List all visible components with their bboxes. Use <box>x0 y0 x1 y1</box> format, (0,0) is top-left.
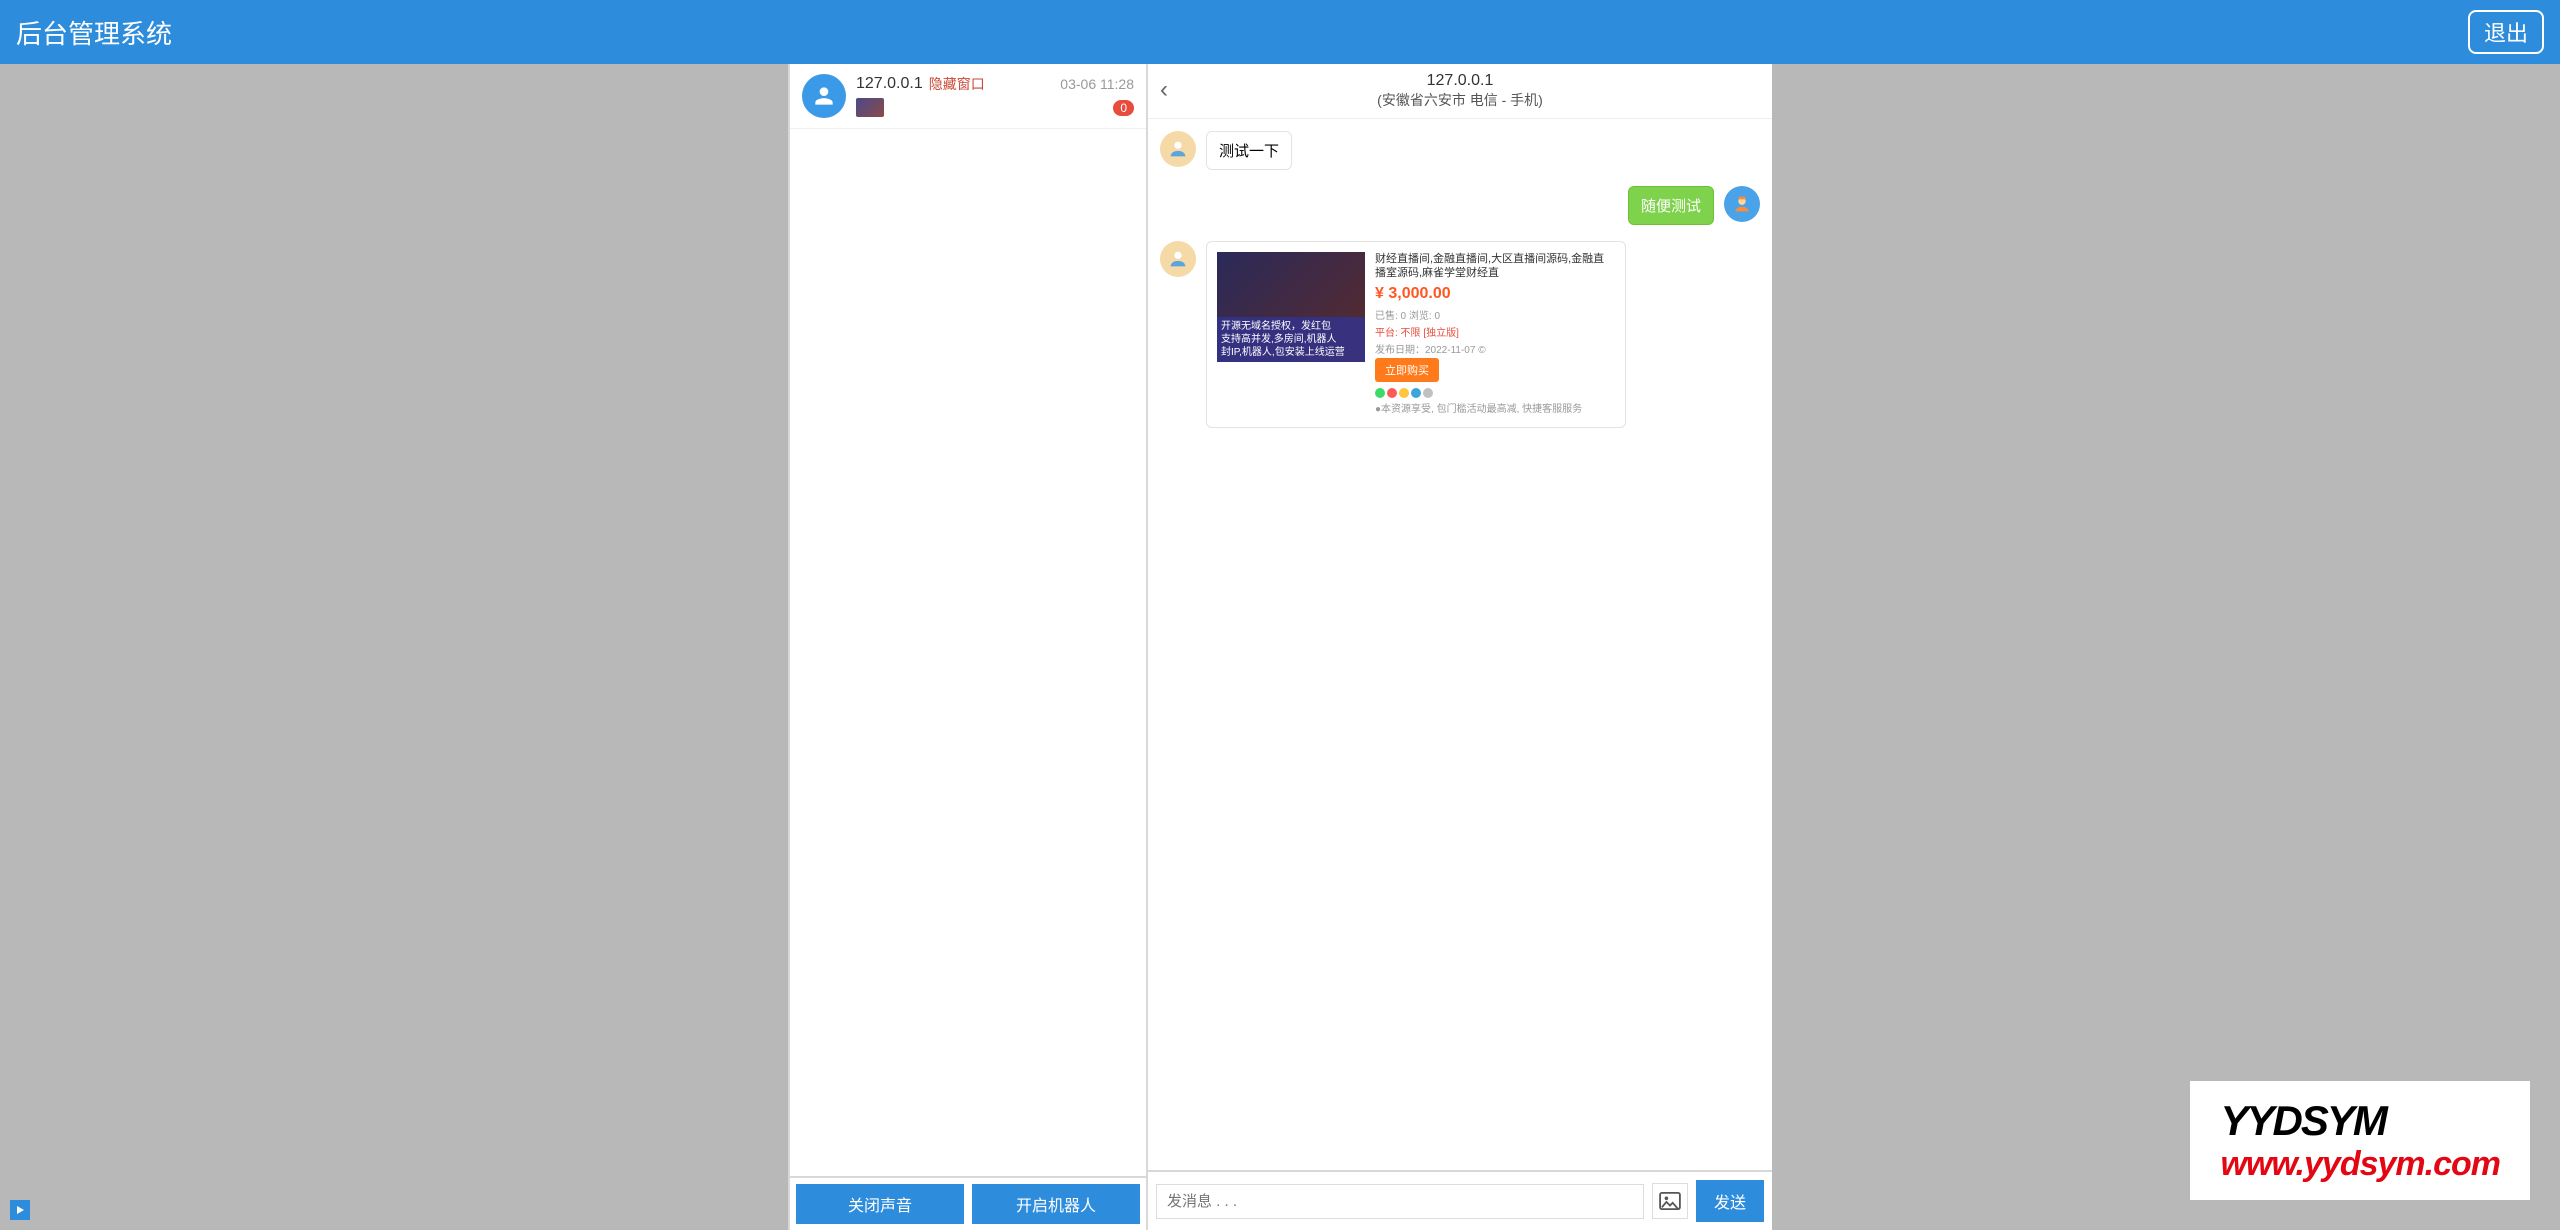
agent-avatar-icon <box>1724 186 1760 222</box>
back-icon[interactable]: ‹ <box>1160 76 1168 104</box>
customer-avatar-icon <box>1160 131 1196 167</box>
chat-header-ip: 127.0.0.1 <box>1148 72 1772 90</box>
chat-header-location: (安徽省六安市 电信 - 手机) <box>1148 90 1772 110</box>
message-thumbnail-icon <box>856 98 884 117</box>
unread-badge: 0 <box>1113 100 1134 116</box>
chat-panel: ‹ 127.0.0.1 (安徽省六安市 电信 - 手机) 测试一下 随便测试 <box>1148 64 1772 1230</box>
hide-window-link[interactable]: 隐藏窗口 <box>929 74 985 94</box>
product-footer-text: ●本资源享受, 包门槛活动最高减, 快捷客服服务 <box>1375 400 1615 415</box>
message-text: 随便测试 <box>1628 186 1714 225</box>
product-price: ¥ 3,000.00 <box>1375 285 1615 303</box>
image-upload-icon[interactable] <box>1652 1183 1688 1219</box>
product-stats: 已售: 0 浏览: 0 <box>1375 307 1615 322</box>
message-incoming: 测试一下 <box>1160 131 1760 170</box>
contact-list-panel: 127.0.0.1 隐藏窗口 03-06 11:28 0 关闭声音 开启机器人 <box>788 64 1148 1230</box>
watermark-brand: YYDSYM <box>2220 1097 2500 1145</box>
app-title: 后台管理系统 <box>16 14 172 51</box>
product-image: 开源无域名授权，发红包 支持高并发,多房间,机器人 封IP,机器人,包安装上线运… <box>1217 252 1365 362</box>
product-date: 发布日期：2022-11-07 © <box>1375 341 1615 356</box>
start-bot-button[interactable]: 开启机器人 <box>972 1184 1140 1224</box>
customer-avatar-icon <box>1160 241 1196 277</box>
watermark: YYDSYM www.yydsym.com <box>2190 1081 2530 1200</box>
message-outgoing: 随便测试 <box>1160 186 1760 225</box>
user-avatar-icon <box>802 74 846 118</box>
message-incoming-product: 开源无域名授权，发红包 支持高并发,多房间,机器人 封IP,机器人,包安装上线运… <box>1160 241 1760 428</box>
watermark-url: www.yydsym.com <box>2220 1145 2500 1184</box>
contact-name: 127.0.0.1 <box>856 75 923 93</box>
logout-button[interactable]: 退出 <box>2468 10 2544 54</box>
contact-timestamp: 03-06 11:28 <box>1060 76 1134 92</box>
product-title: 财经直播间,金融直播间,大区直播间源码,金融直播室源码,麻雀学堂财经直 <box>1375 252 1615 281</box>
product-card[interactable]: 开源无域名授权，发红包 支持高并发,多房间,机器人 封IP,机器人,包安装上线运… <box>1206 241 1626 428</box>
share-icons <box>1375 388 1433 398</box>
chat-input-bar: 发送 <box>1148 1170 1772 1230</box>
app-header: 后台管理系统 退出 <box>0 0 2560 64</box>
message-text: 测试一下 <box>1206 131 1292 170</box>
buy-now-button[interactable]: 立即购买 <box>1375 358 1439 382</box>
contact-item[interactable]: 127.0.0.1 隐藏窗口 03-06 11:28 0 <box>790 64 1146 129</box>
send-button[interactable]: 发送 <box>1696 1180 1764 1222</box>
product-tags: 平台: 不限 [独立版] <box>1375 324 1615 339</box>
message-input[interactable] <box>1156 1184 1644 1219</box>
play-icon[interactable] <box>10 1200 30 1220</box>
chat-messages: 测试一下 随便测试 开源无域名授权，发红包 支持高并发,多房间,机器人 <box>1148 119 1772 1170</box>
close-sound-button[interactable]: 关闭声音 <box>796 1184 964 1224</box>
chat-header: ‹ 127.0.0.1 (安徽省六安市 电信 - 手机) <box>1148 64 1772 119</box>
